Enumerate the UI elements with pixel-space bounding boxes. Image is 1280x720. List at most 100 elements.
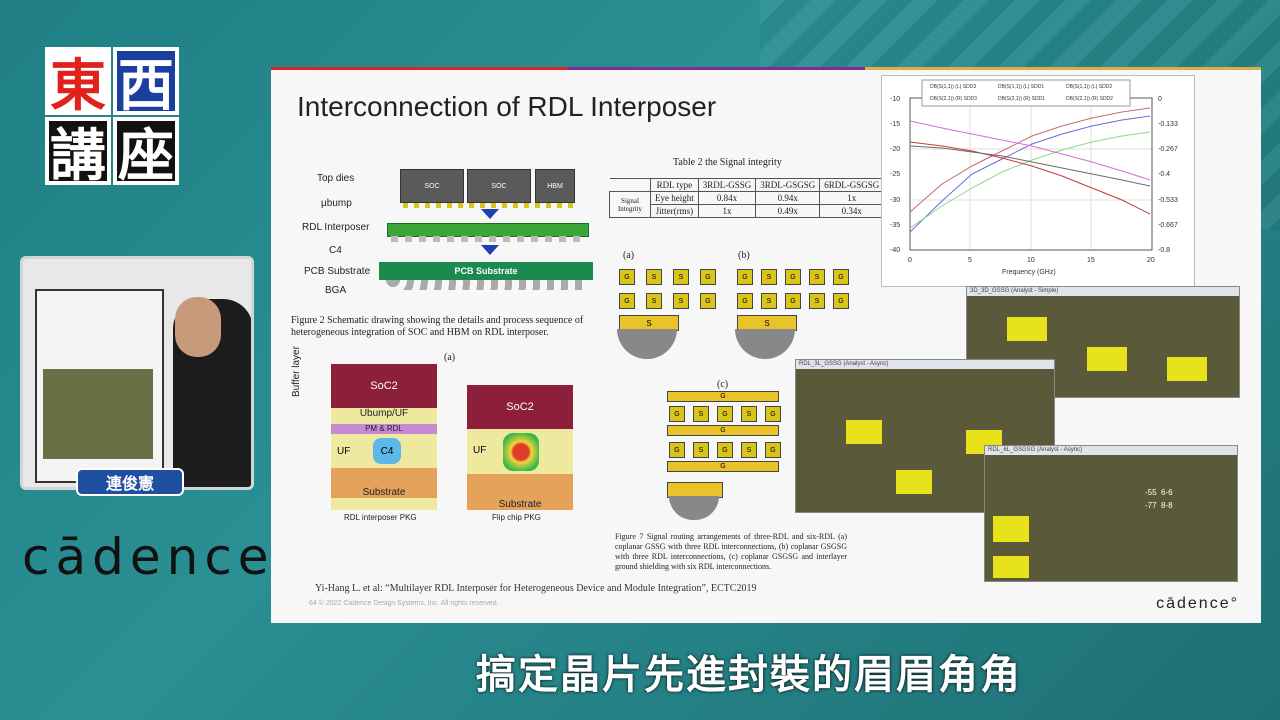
sim-pad: [993, 516, 1029, 542]
routing-pad: G: [737, 293, 753, 309]
soc2-block: SoC2: [467, 385, 573, 429]
table-cell: 0.34x: [819, 204, 885, 218]
table-cell: 0.84x: [697, 191, 757, 205]
legend-item: DB(S(1,1)) (L) SDD1: [998, 84, 1044, 90]
legend-item: DB(S(1,1)) (L) SDD3: [930, 84, 976, 90]
routing-pad: G: [619, 293, 635, 309]
slide-cadence-logo: cādence°: [1156, 595, 1239, 612]
sim-port-label: 6-6: [1161, 488, 1173, 497]
ground-plane: G: [667, 391, 779, 402]
rdl-pkg-caption: RDL interposer PKG: [344, 513, 417, 522]
rdl-interposer-layer: [387, 223, 589, 237]
die-hbm: HBM: [535, 169, 575, 203]
sim-pad: [846, 420, 882, 444]
uf-label: UF: [337, 446, 351, 457]
routing-pad: S: [673, 293, 689, 309]
routing-pad: S: [693, 406, 709, 422]
table-header: 6RDL-GSGSG: [819, 178, 885, 192]
x-tick: 20: [1147, 257, 1155, 264]
signal-integrity-table: RDL type 3RDL-GSSG 3RDL-GSGSG 6RDL-GSGSG…: [609, 178, 885, 218]
table-header: 3RDL-GSGSG: [755, 178, 821, 192]
series-line: [909, 115, 1151, 233]
c4-bumps: [391, 236, 581, 242]
soc2-block: SoC2: [331, 364, 437, 408]
c4-heatmap: [503, 433, 539, 471]
routing-pad: G: [737, 269, 753, 285]
label-ubump: μbump: [321, 198, 352, 209]
speaker-name-badge: 連俊憲: [76, 468, 184, 496]
cadence-logo: cādence: [22, 528, 275, 586]
ubump-uf-label: Ubump/UF: [359, 408, 409, 419]
ball-c: [669, 496, 719, 520]
routing-pad: S: [741, 406, 757, 422]
x-tick: 0: [908, 257, 912, 264]
label-c4: C4: [329, 245, 342, 256]
y-right-tick: -0.667: [1158, 222, 1178, 229]
table-cell: 0.49x: [755, 204, 821, 218]
figure7-caption: Figure 7 Signal routing arrangements of …: [615, 532, 847, 571]
ball-b: [735, 329, 795, 359]
sim-window-titlebar: 3D_3D_GSSG (Analyst - Simple): [967, 287, 1239, 296]
label-rdl-interposer: RDL Interposer: [302, 222, 370, 233]
series-line: [909, 145, 1151, 187]
routing-pad: S: [646, 293, 662, 309]
speaker-face: [175, 297, 221, 357]
arrow-down-icon: [481, 245, 499, 255]
routing-pad: G: [700, 293, 716, 309]
routing-pad: G: [785, 269, 801, 285]
x-tick: 15: [1087, 257, 1095, 264]
y-left-tick: -20: [890, 146, 900, 153]
sim-port-label: 8-8: [1161, 501, 1173, 510]
routing-c-label: (c): [717, 379, 729, 390]
legend-item: DB(S(1,1)) (L) SDD2: [1066, 84, 1112, 90]
table-header: RDL type: [650, 178, 699, 192]
uf-label: UF: [473, 445, 487, 456]
y-left-tick: -40: [890, 247, 900, 254]
y-right-tick: -0.533: [1158, 197, 1178, 204]
sim-window-titlebar: RDL_3L_GSSG (Analyst - Async): [796, 360, 1054, 369]
routing-pad: S: [741, 442, 757, 458]
routing-pad: G: [619, 269, 635, 285]
sim-pad: [1007, 317, 1047, 341]
plot-svg: DB(S(1,1)) (L) SDD3 DB(S(1,1)) (L) SDD1 …: [890, 79, 1178, 276]
screen-thumbnail: [43, 369, 153, 459]
legend-item: DB(S(2,1)) (R) SDD2: [1066, 96, 1113, 102]
y-right-tick: -0.133: [1158, 121, 1178, 128]
y-left-tick: -10: [890, 96, 900, 103]
routing-pad: S: [761, 293, 777, 309]
table-cell: Jitter(rms): [650, 204, 699, 218]
flipchip-pkg-diagram: SoC2 UF Substrate: [467, 385, 573, 510]
routing-pad: G: [669, 442, 685, 458]
y-left-tick: -15: [890, 121, 900, 128]
y-right-tick: 0: [1158, 96, 1162, 103]
buffer-layer-label: Buffer layer: [291, 346, 302, 397]
sim-pad: [1167, 357, 1207, 381]
flipchip-pkg-caption: Flip chip PKG: [492, 513, 541, 522]
slide-reference: Yi-Hang L. et al: “Multilayer RDL Interp…: [315, 583, 757, 594]
routing-pad: S: [809, 293, 825, 309]
routing-pad: G: [833, 269, 849, 285]
table-row-group: Signal Integrity: [609, 191, 651, 218]
pm-rdl-layer: PM & RDL: [331, 424, 437, 434]
routing-b-label: (b): [738, 250, 750, 261]
routing-pad: G: [785, 293, 801, 309]
label-bga: BGA: [325, 285, 347, 296]
y-right-tick: -0.4: [1158, 171, 1170, 178]
routing-pad: G: [700, 269, 716, 285]
label-top-dies: Top dies: [317, 173, 355, 184]
sim-screenshot-3: RDL_6L_GSGSG (Analyst - Async) -55 6-6 -…: [984, 445, 1238, 582]
figure2-caption: Figure 2 Schematic drawing showing the d…: [291, 315, 584, 338]
y-right-tick: -0.267: [1158, 146, 1178, 153]
table-title: Table 2 the Signal integrity: [673, 157, 782, 168]
table-cell: Eye height: [650, 191, 699, 205]
routing-pad: G: [765, 406, 781, 422]
sim-pad: [1087, 347, 1127, 371]
routing-pad: G: [833, 293, 849, 309]
rdl-pkg-diagram: SoC2 Ubump/UF PM & RDL UF C4 Substrate: [331, 364, 437, 510]
table-cell: 0.94x: [755, 191, 821, 205]
slide-title: Interconnection of RDL Interposer: [297, 91, 717, 122]
logo-char-1: 東: [45, 47, 111, 119]
sim-pad: [993, 556, 1029, 578]
logo-char-3: 講: [45, 117, 111, 189]
pcb-substrate-block: PCB Substrate: [379, 262, 593, 280]
